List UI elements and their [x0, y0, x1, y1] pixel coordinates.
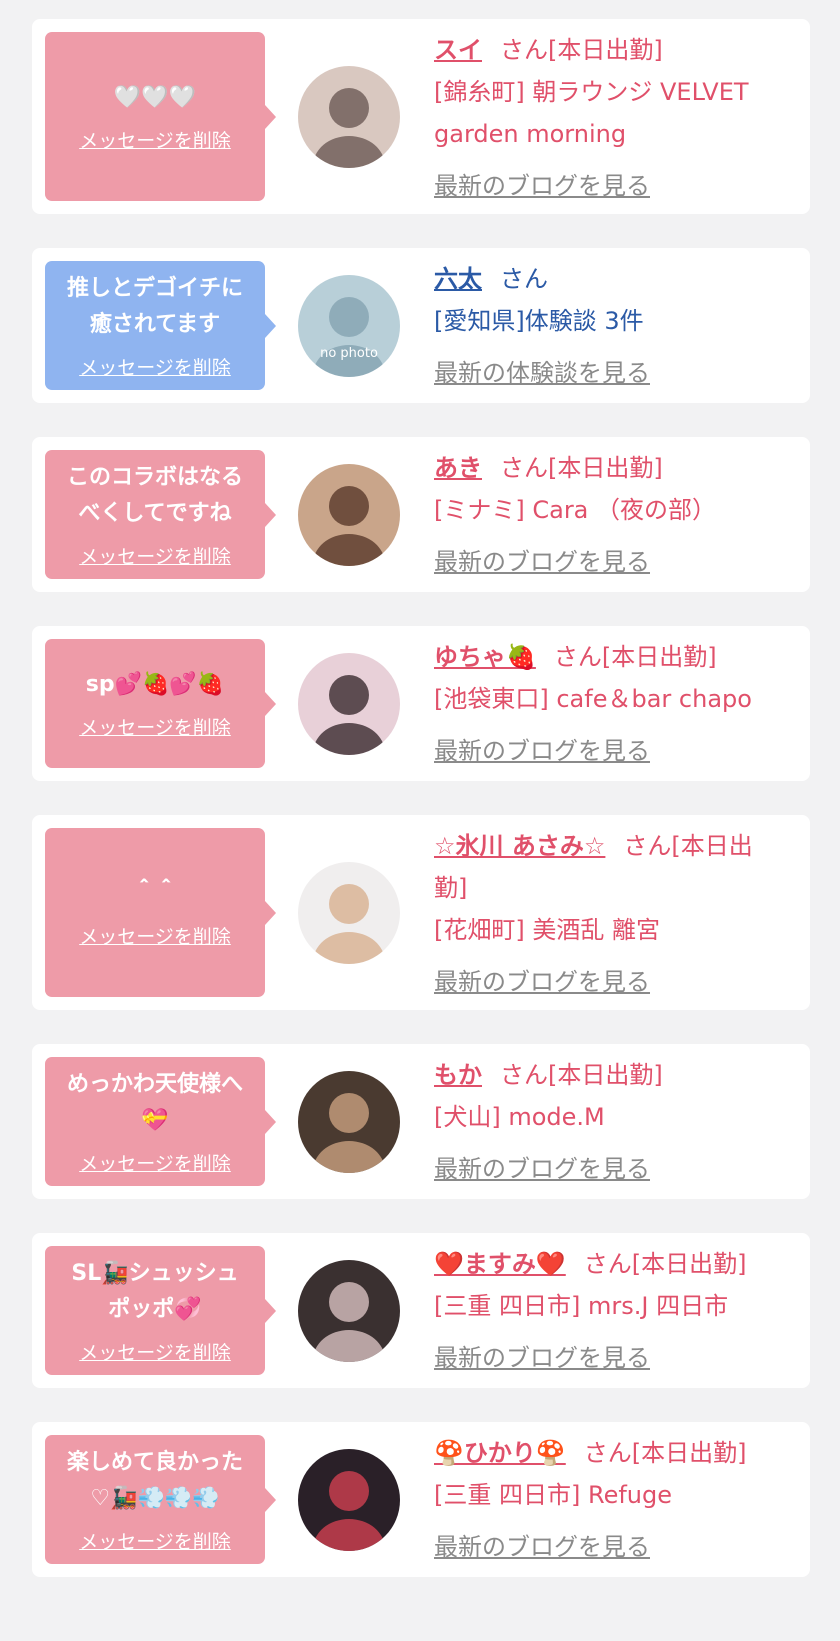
profile-name-link[interactable]: ☆氷川 あさみ☆ [434, 832, 605, 860]
shop-info: [池袋東口] cafe＆bar chapo [434, 685, 752, 713]
profile-info: ❤️ますみ❤️ さん[本日出勤] [三重 四日市] mrs.J 四日市 最新のブロ… [434, 1243, 780, 1379]
profile-info: ゆちゃ🍓 さん[本日出勤] [池袋東口] cafe＆bar chapo 最新のブロ… [434, 636, 780, 772]
message-card: 推しとデゴイチに 癒されてます メッセージを削除 no photo 六太 さん [… [32, 248, 810, 403]
message-card: このコラボはなる べくしてですね メッセージを削除 あき さん[本日出勤] [ミナ… [32, 437, 810, 592]
profile-photo [298, 1259, 400, 1362]
message-bubble: 🤍🤍🤍 メッセージを削除 [45, 32, 276, 201]
avatar[interactable] [298, 652, 400, 755]
message-text: このコラボはなる べくしてですね [66, 465, 243, 526]
latest-post-link[interactable]: 最新のブログを見る [434, 1526, 650, 1568]
latest-post-link[interactable]: 最新の体験談を見る [434, 352, 650, 394]
profile-photo [298, 463, 400, 566]
avatar[interactable] [298, 1448, 400, 1551]
profile-info: スイ さん[本日出勤] [錦糸町] 朝ラウンジ VELVET garden mor… [434, 29, 780, 207]
message-card: めっかわ天使様へ 💝 メッセージを削除 もか さん[本日出勤] [犬山] mode… [32, 1044, 810, 1199]
shop-info: [三重 四日市] mrs.J 四日市 [434, 1292, 729, 1320]
avatar[interactable] [298, 463, 400, 566]
message-text: ＾＾ [132, 881, 177, 906]
shop-info: [ミナミ] Cara （夜の部） [434, 496, 717, 524]
latest-post-link[interactable]: 最新のブログを見る [434, 730, 650, 772]
delete-message-link[interactable]: メッセージを削除 [79, 922, 231, 949]
avatar[interactable] [298, 1070, 400, 1173]
message-text: sp💕🍓💕🍓 [85, 672, 225, 697]
message-bubble: ＾＾ メッセージを削除 [45, 828, 276, 997]
profile-info: 六太 さん [愛知県]体験談 3件 最新の体験談を見る [434, 258, 780, 394]
profile-photo [298, 1070, 400, 1173]
delete-message-link[interactable]: メッセージを削除 [79, 1338, 231, 1365]
latest-post-link[interactable]: 最新のブログを見る [434, 961, 650, 1003]
latest-post-link[interactable]: 最新のブログを見る [434, 1337, 650, 1379]
shop-info: [花畑町] 美酒乱 離宮 [434, 916, 660, 944]
profile-name-link[interactable]: 六太 [434, 265, 482, 293]
avatar[interactable] [298, 861, 400, 964]
delete-message-link[interactable]: メッセージを削除 [79, 713, 231, 740]
profile-info: ☆氷川 あさみ☆ さん[本日出勤] [花畑町] 美酒乱 離宮 最新のブログを見る [434, 825, 780, 1003]
message-bubble: 楽しめて良かった ♡🚂💨💨💨 メッセージを削除 [45, 1435, 276, 1564]
profile-info: もか さん[本日出勤] [犬山] mode.M 最新のブログを見る [434, 1054, 780, 1190]
avatar[interactable]: no photo [298, 274, 400, 377]
message-card: SL🚂シュッシュ ポッポ💞 メッセージを削除 ❤️ますみ❤️ さん[本日出勤] [… [32, 1233, 810, 1388]
message-text: めっかわ天使様へ 💝 [66, 1072, 243, 1133]
delete-message-link[interactable]: メッセージを削除 [79, 353, 231, 380]
honorific-status: さん[本日出勤] [500, 454, 663, 482]
shop-info: [愛知県]体験談 3件 [434, 307, 644, 335]
honorific-status: さん[本日出勤] [583, 1250, 747, 1278]
latest-post-link[interactable]: 最新のブログを見る [434, 541, 650, 583]
profile-name-link[interactable]: あき [434, 454, 482, 482]
message-bubble: 推しとデゴイチに 癒されてます メッセージを削除 [45, 261, 276, 390]
delete-message-link[interactable]: メッセージを削除 [79, 1149, 231, 1176]
message-text: 🤍🤍🤍 [113, 85, 197, 110]
delete-message-link[interactable]: メッセージを削除 [79, 542, 231, 569]
latest-post-link[interactable]: 最新のブログを見る [434, 1148, 650, 1190]
profile-photo [298, 861, 400, 964]
message-card: sp💕🍓💕🍓 メッセージを削除 ゆちゃ🍓 さん[本日出勤] [池袋東口] cafe… [32, 626, 810, 781]
message-text: 楽しめて良かった ♡🚂💨💨💨 [66, 1450, 243, 1511]
message-bubble: このコラボはなる べくしてですね メッセージを削除 [45, 450, 276, 579]
profile-name-link[interactable]: 🍄ひかり🍄 [434, 1439, 566, 1467]
message-list: 🤍🤍🤍 メッセージを削除 スイ さん[本日出勤] [錦糸町] 朝ラウンジ VELV… [0, 0, 840, 1577]
profile-photo [298, 65, 400, 168]
honorific-status: さん[本日出勤] [583, 1439, 747, 1467]
avatar[interactable] [298, 1259, 400, 1362]
honorific-status: さん[本日出勤] [553, 643, 717, 671]
avatar[interactable] [298, 65, 400, 168]
message-text: 推しとデゴイチに 癒されてます [66, 276, 243, 337]
profile-photo [298, 652, 400, 755]
delete-message-link[interactable]: メッセージを削除 [79, 1527, 231, 1554]
honorific-status: さん[本日出勤] [500, 36, 663, 64]
shop-info: [三重 四日市] Refuge [434, 1481, 673, 1509]
message-bubble: SL🚂シュッシュ ポッポ💞 メッセージを削除 [45, 1246, 276, 1375]
profile-photo [298, 1448, 400, 1551]
message-card: ＾＾ メッセージを削除 ☆氷川 あさみ☆ さん[本日出勤] [花畑町] 美酒乱 離… [32, 815, 810, 1010]
honorific-status: さん[本日出勤] [500, 1061, 663, 1089]
no-photo-avatar-icon: no photo [298, 274, 400, 377]
delete-message-link[interactable]: メッセージを削除 [79, 126, 231, 153]
no-photo-label: no photo [320, 346, 378, 361]
message-text: SL🚂シュッシュ ポッポ💞 [71, 1261, 239, 1322]
shop-info: [錦糸町] 朝ラウンジ VELVET garden morning [434, 78, 749, 148]
profile-name-link[interactable]: スイ [434, 36, 482, 64]
shop-info: [犬山] mode.M [434, 1103, 605, 1131]
profile-name-link[interactable]: ❤️ますみ❤️ [434, 1250, 566, 1278]
message-bubble: sp💕🍓💕🍓 メッセージを削除 [45, 639, 276, 768]
message-card: 楽しめて良かった ♡🚂💨💨💨 メッセージを削除 🍄ひかり🍄 さん[本日出勤] [三… [32, 1422, 810, 1577]
profile-name-link[interactable]: もか [434, 1061, 482, 1089]
honorific-status: さん [500, 265, 548, 293]
latest-post-link[interactable]: 最新のブログを見る [434, 165, 650, 207]
message-bubble: めっかわ天使様へ 💝 メッセージを削除 [45, 1057, 276, 1186]
message-card: 🤍🤍🤍 メッセージを削除 スイ さん[本日出勤] [錦糸町] 朝ラウンジ VELV… [32, 19, 810, 214]
profile-info: あき さん[本日出勤] [ミナミ] Cara （夜の部） 最新のブログを見る [434, 447, 780, 583]
profile-info: 🍄ひかり🍄 さん[本日出勤] [三重 四日市] Refuge 最新のブログを見る [434, 1432, 780, 1568]
profile-name-link[interactable]: ゆちゃ🍓 [434, 643, 536, 671]
